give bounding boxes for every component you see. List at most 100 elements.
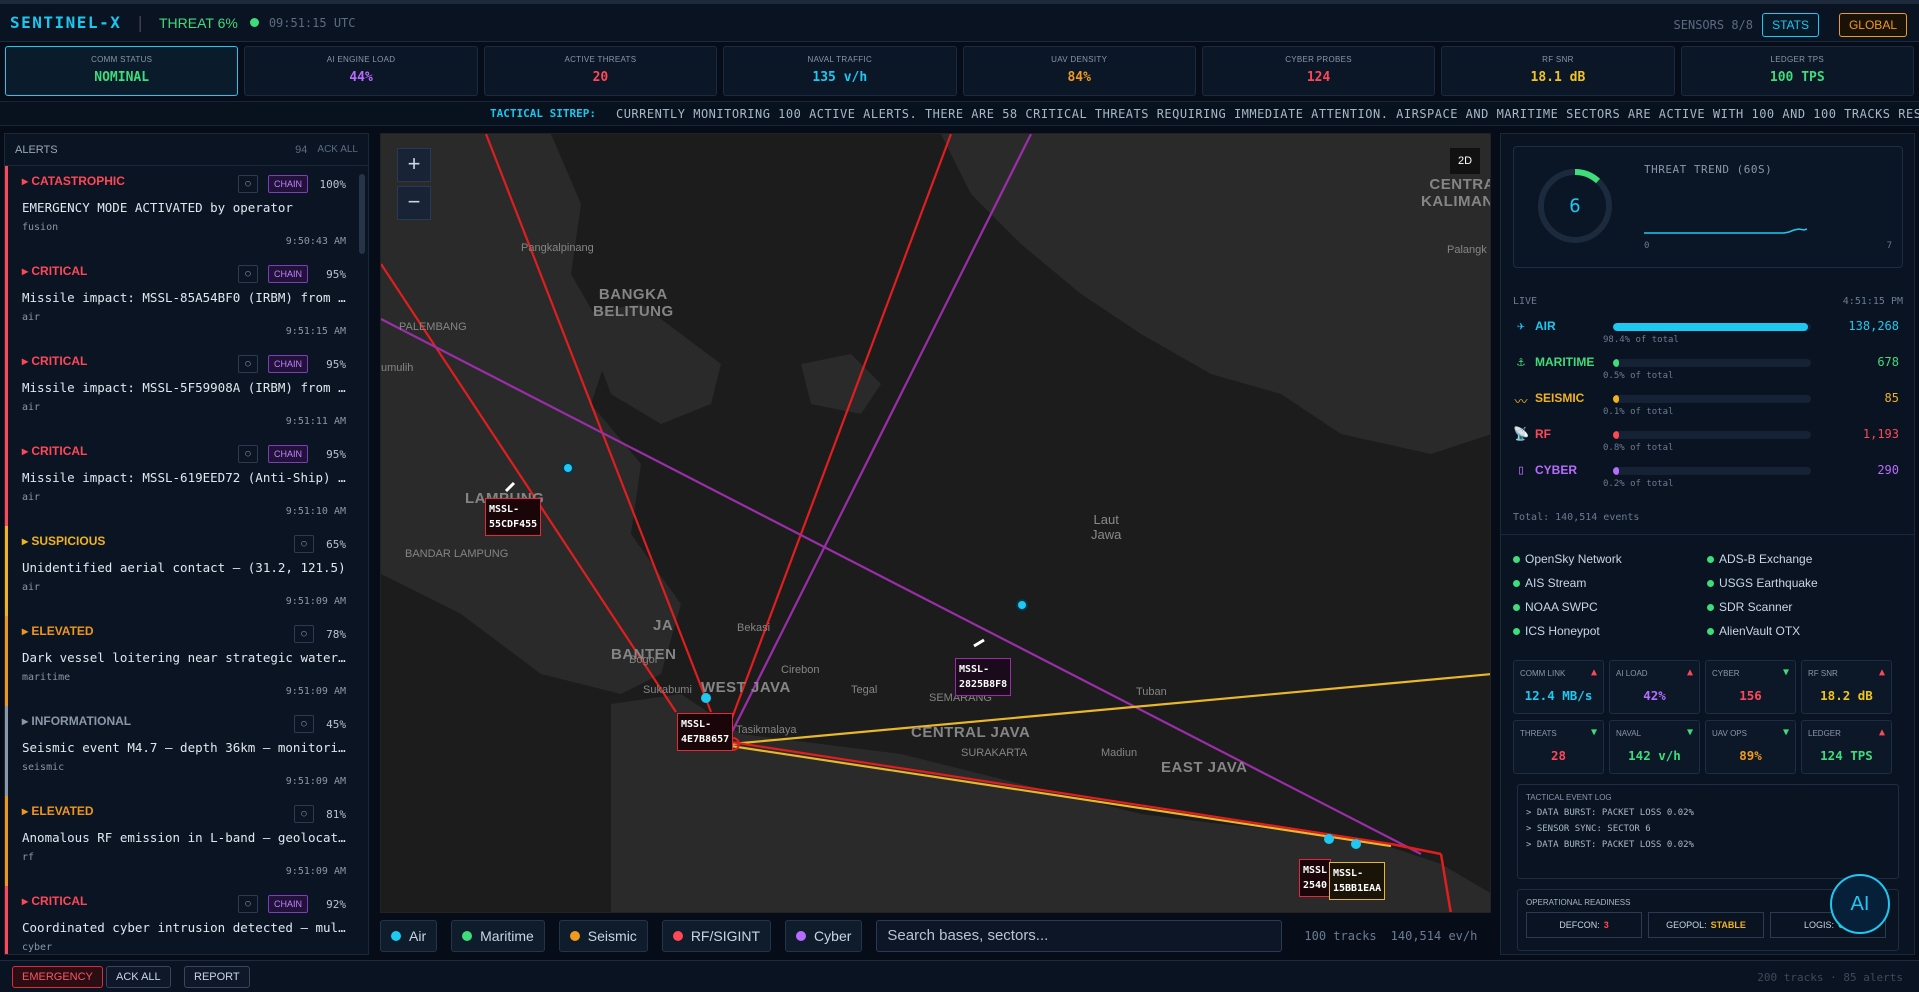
alert-item[interactable]: ▸ CRITICAL Missile impact: MSSL-5F59908A … <box>5 346 358 436</box>
acknowledge-icon[interactable]: ○ <box>238 175 258 193</box>
acknowledge-icon[interactable]: ○ <box>294 535 314 553</box>
chain-badge[interactable]: CHAIN <box>267 355 308 373</box>
alert-title: Missile impact: MSSL-619EED72 (Anti-Ship… <box>22 470 352 485</box>
place-label: Pangkalpinang <box>521 242 594 254</box>
place-label: umulih <box>381 362 414 374</box>
metric-value: 20 <box>592 70 609 85</box>
feed-name: ADS-B Exchange <box>1719 552 1813 566</box>
alert-item[interactable]: ▸ INFORMATIONAL Seismic event M4.7 — dept… <box>5 706 358 796</box>
kpi-value: 156 <box>1739 688 1762 703</box>
alert-confidence: 78% <box>326 628 346 641</box>
place-label: BANGKA BELITUNG <box>593 286 674 320</box>
stream-bar-fill <box>1613 395 1619 403</box>
stats-button[interactable]: STATS <box>1762 13 1819 37</box>
acknowledge-icon[interactable]: ○ <box>294 805 314 823</box>
divider <box>1501 534 1914 535</box>
place-label: Bekasi <box>737 622 771 634</box>
alert-item[interactable]: ▸ ELEVATED Anomalous RF emission in L-ban… <box>5 796 358 886</box>
total-events: Total: 140,514 events <box>1513 512 1640 523</box>
readiness-key: LOGIS: <box>1803 920 1834 930</box>
layer-toggle-cyber[interactable]: Cyber <box>785 920 863 952</box>
alert-source: cyber <box>22 942 53 953</box>
ticker-text: CURRENTLY MONITORING 100 ACTIVE ALERTS. … <box>615 106 1919 121</box>
view-mode-button[interactable]: 2D <box>1450 148 1480 174</box>
alert-time: 9:51:09 AM <box>285 866 346 877</box>
alert-item[interactable]: ▸ CRITICAL Missile impact: MSSL-85A54BF0 … <box>5 256 358 346</box>
stream-bar-fill <box>1613 359 1619 367</box>
missile-label[interactable]: MSSL- 2825B8F8 <box>955 658 1012 696</box>
alert-item[interactable]: ▸ ELEVATED Dark vessel loitering near str… <box>5 616 358 706</box>
acknowledge-icon[interactable]: ○ <box>294 625 314 643</box>
alert-time: 9:50:43 AM <box>285 236 346 247</box>
ack-all-link[interactable]: ACK ALL <box>317 144 358 155</box>
alert-item[interactable]: ▸ CRITICAL Missile impact: MSSL-619EED72 … <box>5 436 358 526</box>
arrow-down-icon: ▼ <box>1590 727 1597 738</box>
layer-toggle-air[interactable]: Air <box>380 920 438 952</box>
kpi-label: COMM LINK <box>1520 669 1566 678</box>
chain-badge[interactable]: CHAIN <box>267 445 308 463</box>
emergency-button[interactable]: EMERGENCY <box>12 966 103 988</box>
kpi-value: 89% <box>1739 748 1762 763</box>
acknowledge-icon[interactable]: ○ <box>294 715 314 733</box>
alert-list[interactable]: ▸ CATASTROPHIC EMERGENCY MODE ACTIVATED b… <box>5 166 368 954</box>
zoom-in-button[interactable]: + <box>397 148 431 182</box>
feed-item: NOAA SWPC <box>1513 600 1598 614</box>
chain-badge[interactable]: CHAIN <box>267 895 308 913</box>
acknowledge-icon[interactable]: ○ <box>238 895 258 913</box>
feed-item: ADS-B Exchange <box>1707 552 1812 566</box>
alert-confidence: 92% <box>326 898 346 911</box>
feed-item: OpenSky Network <box>1513 552 1622 566</box>
place-label: WEST JAVA <box>701 679 791 696</box>
rf-icon: 📡 <box>1513 427 1530 442</box>
stream-count: 678 <box>1877 355 1899 369</box>
chain-badge[interactable]: CHAIN <box>267 265 308 283</box>
acknowledge-icon[interactable]: ○ <box>238 265 258 283</box>
chain-badge[interactable]: CHAIN <box>267 175 308 193</box>
alert-item[interactable]: ▸ CATASTROPHIC EMERGENCY MODE ACTIVATED b… <box>5 166 358 256</box>
acknowledge-icon[interactable]: ○ <box>238 445 258 463</box>
layer-toggle-rfsigint[interactable]: RF/SIGINT <box>661 920 772 952</box>
stream-percent: 0.1% of total <box>1603 407 1674 417</box>
report-button[interactable]: REPORT <box>184 966 250 988</box>
alerts-panel: ALERTS 94 ACK ALL ▸ CATASTROPHIC EMERGENC… <box>4 133 369 955</box>
kpi-card: THREATS 28 ▼ <box>1513 720 1604 774</box>
search-input[interactable]: Search bases, sectors... <box>876 920 1283 952</box>
alert-source: fusion <box>22 222 59 233</box>
kpi-card: NAVAL 142 v/h ▼ <box>1609 720 1700 774</box>
tactical-map[interactable]: Pangkalpinang BANGKA BELITUNG PALEMBANG umu… <box>380 133 1491 913</box>
threat-level: THREAT 6% <box>158 14 238 31</box>
trend-sparkline <box>1644 228 1808 234</box>
ai-assistant-button[interactable]: AI <box>1830 874 1890 934</box>
ack-all-button[interactable]: ACK ALL <box>106 966 171 988</box>
kpi-card: COMM LINK 12.4 MB/s ▲ <box>1513 660 1604 714</box>
missile-label[interactable]: MSSL- 55CDF455 <box>485 498 542 536</box>
alert-item[interactable]: ▸ CRITICAL Coordinated cyber intrusion de… <box>5 886 358 954</box>
alert-time: 9:51:15 AM <box>285 326 346 337</box>
layer-toggle-seismic[interactable]: Seismic <box>558 920 648 952</box>
kpi-value: 142 v/h <box>1628 748 1681 763</box>
zoom-out-button[interactable]: − <box>397 186 431 220</box>
missile-label[interactable]: MSSL 2540 <box>1299 859 1332 897</box>
kpi-label: CYBER <box>1712 669 1740 678</box>
global-button[interactable]: GLOBAL <box>1838 13 1907 37</box>
alert-item[interactable]: ▸ SUSPICIOUS Unidentified aerial contact … <box>5 526 358 616</box>
missile-label[interactable]: MSSL- 4E7B8657 <box>677 713 734 751</box>
stream-percent: 0.5% of total <box>1603 371 1674 381</box>
alert-confidence: 45% <box>326 718 346 731</box>
feed-name: OpenSky Network <box>1525 552 1622 566</box>
alert-confidence: 65% <box>326 538 346 551</box>
status-dot-icon <box>249 18 259 27</box>
layer-toggle-maritime[interactable]: Maritime <box>451 920 545 952</box>
feed-name: NOAA SWPC <box>1525 600 1598 614</box>
acknowledge-icon[interactable]: ○ <box>238 355 258 373</box>
kpi-label: NAVAL <box>1616 729 1642 738</box>
arrow-up-icon: ▲ <box>1686 667 1693 678</box>
alert-confidence: 95% <box>326 448 346 461</box>
kpi-value: 42% <box>1643 688 1666 703</box>
readiness-value: 3 <box>1603 920 1609 930</box>
stream-percent: 0.8% of total <box>1603 443 1674 453</box>
missile-label[interactable]: MSSL- 15BB1EAA <box>1329 862 1386 900</box>
alerts-scrollbar[interactable] <box>359 174 365 254</box>
stream-row: ✈ AIR 138,268 98.4% of total <box>1513 319 1903 355</box>
kpi-label: UAV OPS <box>1712 729 1747 738</box>
